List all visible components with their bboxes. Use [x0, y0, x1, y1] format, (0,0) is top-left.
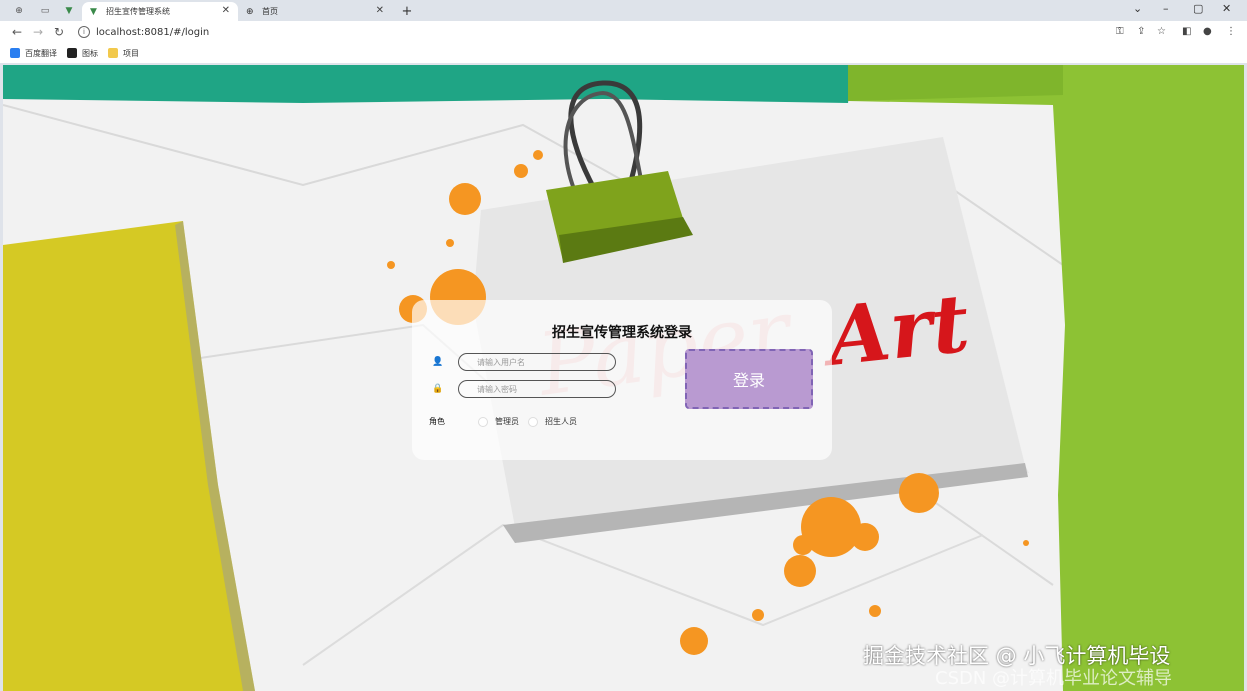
role-label: 角色	[429, 417, 445, 426]
globe-icon: ⊕	[15, 6, 23, 16]
share-icon[interactable]: ⇪	[1137, 26, 1145, 37]
role-option-label: 招生人员	[545, 417, 577, 426]
close-window-icon[interactable]: ✕	[1222, 2, 1231, 15]
tab-strip: ⊕ ▭ ▼ ▼ 招生宣传管理系统 ✕ ⊕ 首页 ✕ + ⌄ – ▢ ✕	[0, 0, 1247, 21]
radio-circle-icon	[478, 416, 488, 427]
key-icon[interactable]: ⚿	[1116, 26, 1124, 37]
role-radio-recruiter[interactable]: 招生人员	[528, 416, 577, 427]
back-icon[interactable]: ←	[10, 25, 24, 39]
tab-search-icon[interactable]: ⌄	[1133, 2, 1142, 15]
pinned-tab-globe[interactable]: ⊕	[10, 3, 28, 19]
bookmark-label: 项目	[123, 48, 139, 58]
user-icon: 👤	[432, 357, 444, 367]
watermark-csdn: CSDN @计算机毕业论文辅导	[935, 668, 1173, 689]
username-input[interactable]	[458, 353, 616, 371]
close-icon[interactable]: ✕	[222, 5, 230, 16]
login-title: 招生宣传管理系统登录	[552, 325, 692, 341]
forward-icon[interactable]: →	[31, 25, 45, 39]
sidepanel-icon[interactable]: ◧	[1182, 26, 1191, 37]
folder-icon	[108, 48, 118, 58]
translate-icon	[10, 48, 20, 58]
close-icon[interactable]: ✕	[376, 5, 384, 16]
new-tab-button[interactable]: +	[398, 3, 416, 19]
minimize-icon[interactable]: –	[1163, 2, 1169, 15]
tab-title: 首页	[262, 7, 278, 16]
browser-chrome: ⊕ ▭ ▼ ▼ 招生宣传管理系统 ✕ ⊕ 首页 ✕ + ⌄ – ▢ ✕ ← → …	[0, 0, 1247, 63]
reload-icon[interactable]: ↻	[52, 25, 66, 39]
bookmark-label: 百度翻译	[25, 48, 57, 58]
bookmark-project[interactable]: 项目	[108, 48, 139, 59]
star-icon[interactable]: ☆	[1157, 26, 1166, 37]
image-icon	[67, 48, 77, 58]
tab-title: 招生宣传管理系统	[106, 7, 170, 16]
menu-icon[interactable]: ⋮	[1226, 26, 1236, 37]
vue-icon: ▼	[65, 6, 73, 16]
restore-icon[interactable]: ▢	[1193, 2, 1203, 15]
tab-home[interactable]: ⊕ 首页 ✕	[238, 2, 392, 21]
info-icon[interactable]: i	[78, 26, 90, 38]
password-input[interactable]	[458, 380, 616, 398]
login-button[interactable]: 登录	[685, 349, 813, 409]
bookmark-label: 图标	[82, 48, 98, 58]
login-panel: 招生宣传管理系统登录 👤 🔒 角色 管理员 招生人员 登录	[412, 300, 832, 460]
url-field[interactable]: i localhost:8081/#/login	[78, 24, 1098, 40]
svg-text:Art: Art	[816, 276, 973, 385]
radio-circle-icon	[528, 416, 538, 427]
login-page: Paper Art 招生宣传管理系统登录 👤 🔒 角色 管理员 招生人员 登录	[3, 65, 1244, 691]
pinned-tab-folder[interactable]: ▭	[36, 3, 54, 19]
url-text: localhost:8081/#/login	[96, 26, 210, 38]
lock-icon: 🔒	[432, 384, 444, 394]
vue-icon: ▼	[90, 6, 97, 17]
bookmark-icons[interactable]: 图标	[67, 48, 98, 59]
role-radio-admin[interactable]: 管理员	[478, 416, 519, 427]
address-bar: ← → ↻ i localhost:8081/#/login ⚿ ⇪ ☆ ◧ ●…	[0, 21, 1247, 43]
folder-icon: ▭	[40, 6, 50, 16]
tab-login[interactable]: ▼ 招生宣传管理系统 ✕	[82, 2, 238, 21]
role-option-label: 管理员	[495, 417, 519, 426]
bookmark-baidu-translate[interactable]: 百度翻译	[10, 48, 57, 59]
profile-icon[interactable]: ●	[1203, 26, 1212, 37]
pinned-tab-vue[interactable]: ▼	[60, 3, 78, 19]
bookmarks-bar: 百度翻译 图标 项目	[0, 43, 1247, 63]
globe-icon: ⊕	[246, 6, 254, 17]
